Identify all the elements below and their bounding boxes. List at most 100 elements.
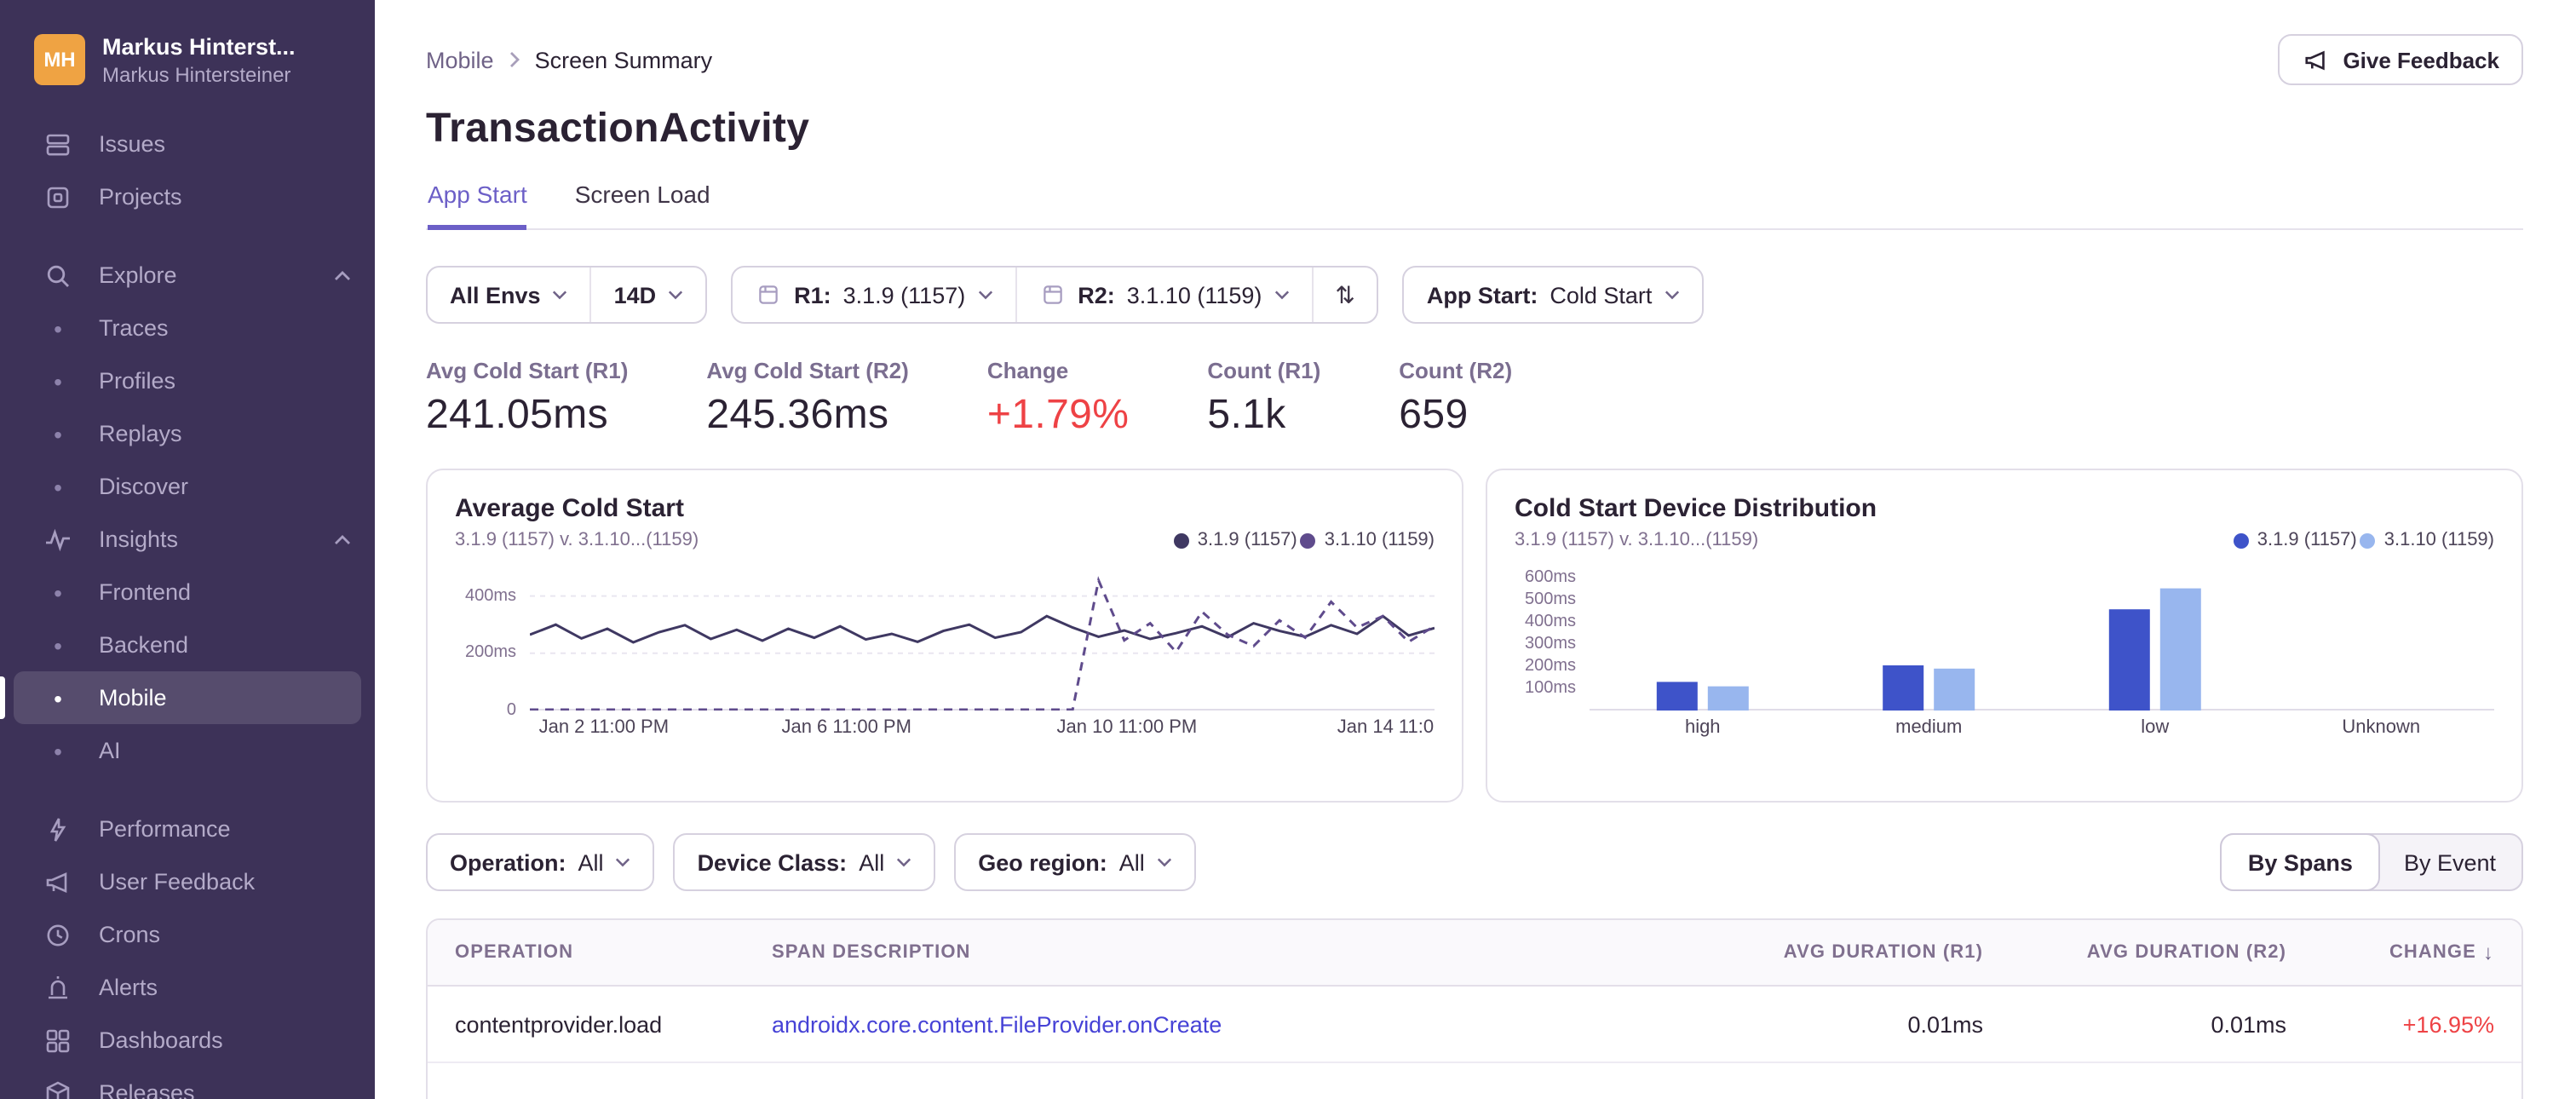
release-icon: [755, 281, 782, 308]
user-menu[interactable]: MH Markus Hinterst... Markus Hinterstein…: [0, 0, 375, 104]
environment-filter[interactable]: All Envs: [428, 268, 590, 322]
span-description-link[interactable]: androidx.core.content.FileProvider.onCre…: [772, 1011, 1642, 1037]
chevron-down-icon: [553, 290, 568, 300]
megaphone-icon: [2302, 46, 2329, 73]
table-row[interactable]: contentprovider.load androidx.core.conte…: [428, 987, 2521, 1063]
column-header-avg-duration-r1[interactable]: AVG DURATION (R1): [1642, 942, 1983, 963]
sidebar-item-alerts[interactable]: Alerts: [0, 961, 375, 1014]
category-axis: high medium low Unknown: [1684, 717, 2421, 738]
sidebar-item-traces[interactable]: • Traces: [0, 302, 375, 354]
breadcrumb: Mobile Screen Summary: [426, 47, 712, 72]
chart-subtitle: 3.1.9 (1157) v. 3.1.10...(1159): [455, 530, 699, 550]
table-header-row: OPERATION SPAN DESCRIPTION AVG DURATION …: [428, 920, 2521, 987]
tab-app-start[interactable]: App Start: [428, 181, 527, 230]
issues-icon: [44, 130, 72, 158]
app-window: MH Markus Hinterst... Markus Hinterstein…: [0, 0, 2576, 1099]
operation-filter[interactable]: Operation: All: [428, 835, 653, 889]
sidebar-item-profiles[interactable]: • Profiles: [0, 354, 375, 407]
sidebar-item-insights[interactable]: Insights: [0, 513, 375, 566]
avg-duration-r2-cell: 0.01ms: [2211, 1011, 2286, 1037]
legend-item[interactable]: 3.1.9 (1157): [1173, 530, 1297, 550]
chart-legend: 3.1.9 (1157) 3.1.10 (1159): [2233, 530, 2494, 550]
sidebar-nav: Issues Projects Explore • Traces • Profile…: [0, 118, 375, 1099]
sidebar-item-performance[interactable]: Performance: [0, 803, 375, 855]
y-axis: 400ms 200ms 0: [464, 586, 516, 720]
sidebar-item-frontend[interactable]: • Frontend: [0, 566, 375, 619]
release-1-selector[interactable]: R1: 3.1.9 (1157): [733, 268, 1015, 322]
siren-icon: [44, 974, 72, 1001]
table-row[interactable]: [428, 1063, 2521, 1099]
projects-icon: [44, 183, 72, 210]
date-range-filter[interactable]: 14D: [589, 268, 706, 322]
avatar: MH: [34, 34, 85, 85]
series-dot-icon: [1173, 532, 1189, 548]
average-cold-start-chart: Average Cold Start 3.1.9 (1157) v. 3.1.1…: [426, 469, 1463, 803]
sidebar-item-backend[interactable]: • Backend: [0, 619, 375, 671]
sidebar-item-releases[interactable]: Releases: [0, 1067, 375, 1099]
view-toggle: By Spans By Event: [2220, 833, 2523, 891]
stat-count-r2: Count (R2) 659: [1399, 358, 1513, 438]
bullet-icon: •: [54, 473, 62, 500]
chevron-down-icon: [977, 290, 992, 300]
span-filter-bar: Operation: All Device Class: All Geo reg…: [426, 833, 2523, 891]
clock-icon: [44, 921, 72, 948]
sidebar-item-ai[interactable]: • AI: [0, 724, 375, 777]
app-start-type-selector[interactable]: App Start: Cold Start: [1405, 268, 1702, 322]
bullet-icon: •: [54, 631, 62, 659]
series-dot-icon: [2233, 532, 2249, 548]
sidebar-item-discover[interactable]: • Discover: [0, 460, 375, 513]
sidebar-item-label: Insights: [99, 526, 179, 552]
bullet-icon: •: [54, 684, 62, 711]
bullet-icon: •: [54, 420, 62, 447]
sidebar-item-replays[interactable]: • Replays: [0, 407, 375, 460]
bullet-icon: •: [54, 737, 62, 764]
give-feedback-label: Give Feedback: [2343, 47, 2499, 72]
sidebar-item-projects[interactable]: Projects: [0, 170, 375, 223]
swap-releases-button[interactable]: ⇅: [1311, 268, 1377, 322]
bullet-icon: •: [54, 367, 62, 394]
chevron-down-icon: [1664, 290, 1679, 300]
column-header-operation[interactable]: OPERATION: [455, 942, 772, 963]
give-feedback-button[interactable]: Give Feedback: [2278, 34, 2523, 85]
device-class-filter[interactable]: Device Class: All: [676, 835, 934, 889]
sidebar-item-mobile[interactable]: • Mobile: [0, 671, 361, 724]
tab-screen-load[interactable]: Screen Load: [575, 181, 710, 228]
sidebar-item-explore[interactable]: Explore: [0, 249, 375, 302]
chevron-up-icon: [334, 534, 351, 544]
env-period-group: All Envs 14D: [426, 266, 708, 324]
chart-subtitle: 3.1.9 (1157) v. 3.1.10...(1159): [1515, 530, 1759, 550]
sidebar-item-issues[interactable]: Issues: [0, 118, 375, 170]
legend-item[interactable]: 3.1.9 (1157): [2233, 530, 2357, 550]
sidebar-item-user-feedback[interactable]: User Feedback: [0, 855, 375, 908]
by-event-toggle[interactable]: By Event: [2378, 835, 2521, 889]
bar-plot: [1590, 567, 2494, 711]
search-icon: [44, 262, 72, 289]
column-header-avg-duration-r2[interactable]: AVG DURATION (R2): [1983, 942, 2286, 963]
release-2-selector[interactable]: R2: 3.1.10 (1159): [1015, 268, 1311, 322]
release-icon: [1038, 281, 1066, 308]
chart-title: Cold Start Device Distribution: [1515, 494, 1877, 523]
swap-icon: ⇅: [1335, 280, 1355, 308]
breadcrumb-section[interactable]: Mobile: [426, 47, 494, 72]
bullet-icon: •: [54, 578, 62, 606]
chevron-down-icon: [616, 857, 631, 867]
column-header-change[interactable]: CHANGE ↓: [2286, 941, 2494, 964]
sidebar-item-crons[interactable]: Crons: [0, 908, 375, 961]
chevron-down-icon: [1274, 290, 1289, 300]
user-full-name: Markus Hintersteiner: [102, 63, 291, 87]
stats-row: Avg Cold Start (R1) 241.05ms Avg Cold St…: [426, 358, 2523, 440]
stat-change: Change +1.79%: [986, 358, 1130, 438]
legend-item[interactable]: 3.1.10 (1159): [2360, 530, 2494, 550]
sidebar-item-dashboards[interactable]: Dashboards: [0, 1014, 375, 1067]
tab-bar: App Start Screen Load: [426, 181, 2523, 230]
chart-title: Average Cold Start: [455, 494, 684, 523]
by-spans-toggle[interactable]: By Spans: [2220, 833, 2380, 891]
column-header-span-description[interactable]: SPAN DESCRIPTION: [772, 942, 1642, 963]
breadcrumb-page: Screen Summary: [534, 47, 713, 72]
sidebar-item-label: Issues: [99, 131, 166, 157]
legend-item[interactable]: 3.1.10 (1159): [1300, 530, 1435, 550]
chevron-down-icon: [668, 290, 683, 300]
cube-icon: [44, 1079, 72, 1099]
geo-region-filter[interactable]: Geo region: All: [956, 835, 1194, 889]
cold-start-device-distribution-chart: Cold Start Device Distribution 3.1.9 (11…: [1486, 469, 2523, 803]
